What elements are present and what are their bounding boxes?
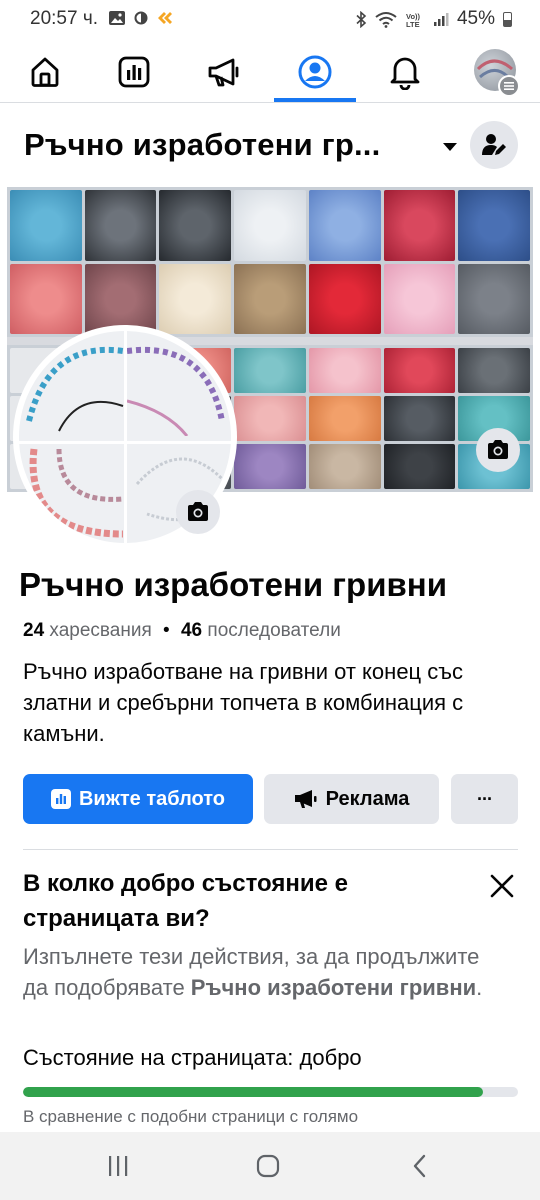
likes-count: 24: [23, 620, 45, 641]
page-title-dropdown[interactable]: Ръчно изработени гр...: [24, 127, 380, 163]
signal-icon: [433, 12, 449, 26]
recent-apps-icon: [109, 1156, 128, 1176]
more-options-button[interactable]: ···: [451, 774, 518, 824]
status-right: Vo)) LTE 45%: [355, 8, 512, 30]
dashboard-icon: [50, 789, 71, 809]
close-icon: [490, 874, 514, 898]
view-dashboard-label: Вижте таблото: [78, 787, 226, 810]
nav-home[interactable]: [5, 42, 85, 102]
camera-icon: [488, 440, 508, 459]
page-health-comparison: В сравнение с подобни страници с голямо: [23, 1107, 359, 1126]
advertise-label: Реклама: [325, 787, 410, 810]
page-name: Ръчно изработени гривни: [19, 566, 448, 603]
status-notification-icons: [108, 10, 174, 26]
nav-active-indicator: [274, 98, 356, 102]
edit-cover-photo-button[interactable]: [476, 428, 520, 472]
likes-label[interactable]: харесвания: [49, 620, 151, 641]
bracelet-photo-1: [19, 331, 124, 441]
view-dashboard-button[interactable]: Вижте таблото: [23, 774, 253, 824]
edit-profile-picture-button[interactable]: [176, 490, 220, 534]
bracelet-photo-2: [126, 331, 231, 441]
page-health-progress-bar: [23, 1087, 518, 1097]
page-health-status: Състояние на страницата: добро: [23, 1045, 362, 1070]
back-button[interactable]: [390, 1146, 450, 1186]
chevron-down-icon[interactable]: [443, 143, 457, 151]
followers-count: 46: [180, 620, 203, 641]
nav-profile[interactable]: [275, 42, 355, 102]
switch-profile-button[interactable]: [470, 121, 518, 169]
menu-badge-icon[interactable]: [498, 75, 520, 97]
home-circle-icon: [256, 1154, 280, 1178]
page-health-description: Изпълнете тези действия, за да продължит…: [23, 941, 503, 1003]
bluetooth-icon: [356, 10, 367, 28]
more-icon: ···: [477, 788, 493, 809]
back-icon: [413, 1154, 426, 1178]
nav-ads[interactable]: [184, 42, 264, 102]
data-saver-icon: [134, 11, 148, 25]
cover-bead-tray-top: [7, 187, 533, 337]
home-icon: [31, 57, 59, 87]
battery-percent: 45%: [456, 8, 495, 29]
wifi-icon: [375, 11, 397, 28]
volte-icon: Vo))LTE: [406, 12, 421, 28]
health-desc-suffix: .: [476, 975, 483, 1000]
svg-text:LTE: LTE: [406, 20, 420, 28]
megaphone-icon: [294, 790, 317, 808]
nav-dashboard[interactable]: [94, 42, 174, 102]
dashboard-icon: [118, 56, 150, 88]
stats-separator: •: [163, 620, 170, 641]
page-bio: Ръчно изработване на гривни от конец със…: [23, 659, 464, 746]
close-health-card-button[interactable]: [484, 868, 520, 904]
page-stats: 24 харесвания • 46 последователи: [23, 620, 341, 642]
section-divider: [23, 849, 518, 850]
health-desc-page-name: Ръчно изработени гривни: [190, 975, 477, 1000]
app-notification-icon: [158, 12, 172, 24]
camera-icon: [188, 502, 208, 521]
system-navigation-bar: [0, 1132, 540, 1200]
profile-icon: [298, 55, 332, 89]
status-time: 20:57 ч.: [30, 8, 99, 29]
megaphone-icon: [208, 58, 239, 87]
recent-apps-button[interactable]: [88, 1146, 148, 1186]
advertise-button[interactable]: Реклама: [264, 774, 439, 824]
followers-label[interactable]: последователи: [207, 620, 340, 641]
battery-icon: [503, 11, 512, 27]
bracelet-photo-4: [127, 444, 231, 543]
user-edit-icon: [482, 134, 506, 155]
bracelet-photo-3: [19, 444, 124, 543]
nav-notifications[interactable]: [365, 42, 445, 102]
gallery-icon: [109, 11, 125, 25]
page-health-title: В колко добро състояние е страницата ви?: [23, 870, 349, 932]
page-health-progress-fill: [23, 1087, 484, 1097]
status-bar: 20:57 ч. Vo)) LTE 45%: [0, 0, 540, 40]
top-navigation: [0, 42, 540, 103]
home-system-button[interactable]: [238, 1146, 298, 1186]
bell-icon: [390, 57, 420, 90]
